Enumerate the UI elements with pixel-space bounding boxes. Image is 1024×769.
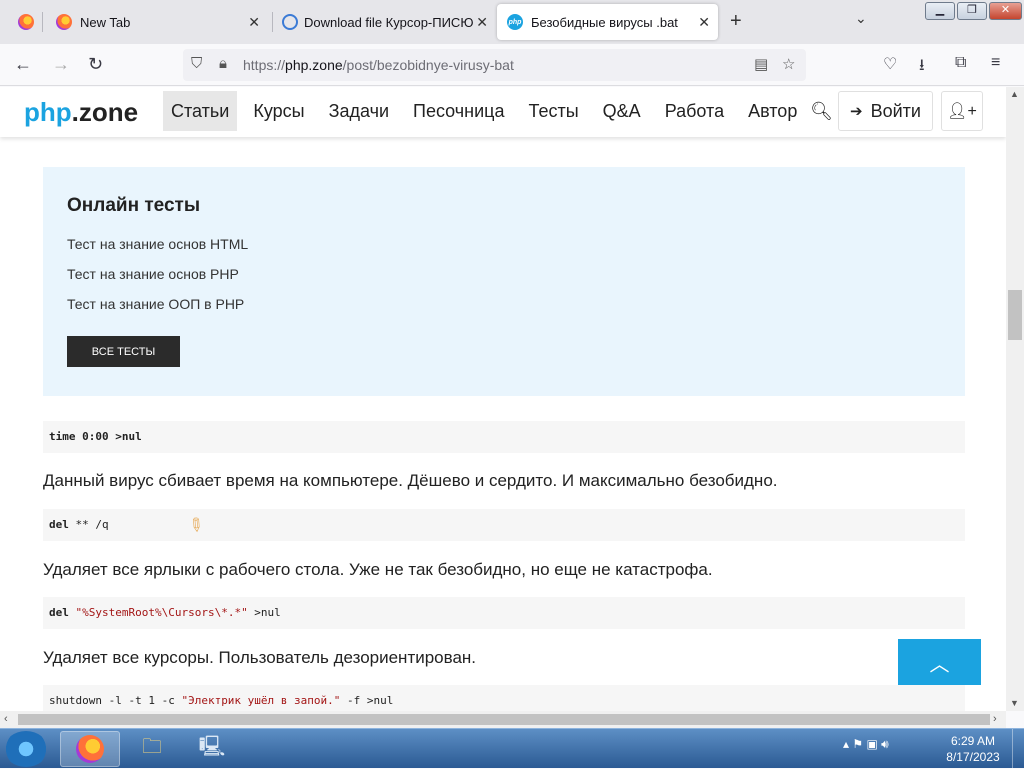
register-button[interactable]: 👤︎+	[941, 91, 983, 131]
firefox-view-button[interactable]	[8, 4, 44, 40]
all-tests-button[interactable]: ВСЕ ТЕСТЫ	[67, 336, 180, 367]
computer-icon: 🖳	[198, 736, 226, 758]
show-desktop-button[interactable]	[1012, 729, 1024, 769]
login-label: Войти	[870, 100, 921, 121]
pocket-icon[interactable]: ♡	[883, 54, 897, 74]
tab-bar: New Tab ✕ Download file Курсор-ПИСЮН ✕ p…	[0, 0, 1024, 44]
horizontal-scrollbar[interactable]: ‹ ›	[0, 711, 1006, 728]
code-block: del "%SystemRoot%\Cursors\*.*" >nul	[43, 597, 965, 629]
forward-arrow-icon[interactable]: →	[52, 54, 70, 75]
url-bar[interactable]: ⛉ 🔒︎ https://php.zone/post/bezobidnye-vi…	[183, 49, 806, 81]
maximize-button[interactable]: ❐	[957, 2, 987, 20]
clock-date: 8/17/2023	[946, 750, 1000, 764]
paragraph: Удаляет все ярлыки с рабочего стола. Уже…	[43, 560, 713, 579]
paragraph: Удаляет все курсоры. Пользователь дезори…	[43, 648, 477, 667]
main-menu: Статьи Курсы Задачи Песочница Тесты Q&A …	[163, 91, 813, 131]
scroll-thumb[interactable]	[18, 714, 990, 725]
start-button[interactable]	[4, 731, 48, 767]
taskbar: 🗀 🖳 ▴ ⚑ ▣ 🔊︎ 6:29 AM 8/17/2023	[0, 728, 1024, 769]
menu-icon[interactable]: ≡	[991, 54, 1000, 72]
clock-time: 6:29 AM	[950, 734, 996, 748]
menu-item-qa[interactable]: Q&A	[595, 91, 649, 131]
shield-icon[interactable]: ⛉	[191, 55, 202, 72]
firefox-icon	[18, 14, 34, 30]
menu-item-tasks[interactable]: Задачи	[321, 91, 397, 131]
code-block: shutdown -l -t 1 -c "Электрик ушёл в зап…	[43, 685, 965, 711]
menu-item-sandbox[interactable]: Песочница	[405, 91, 512, 131]
taskbar-network[interactable]: 🖳	[182, 731, 242, 767]
tray-icons[interactable]: ▴ ⚑ ▣ 🔊︎	[843, 737, 889, 752]
taskbar-explorer[interactable]: 🗀	[122, 731, 182, 767]
tests-box-title: Онлайн тесты	[67, 195, 201, 216]
download-icon[interactable]: ⭳	[919, 54, 925, 81]
scroll-down-arrow-icon[interactable]: ▼	[1010, 698, 1019, 708]
search-icon[interactable]: 🔍︎	[810, 101, 833, 122]
minimize-button[interactable]: ▁	[925, 2, 955, 20]
menu-item-tests[interactable]: Тесты	[520, 91, 586, 131]
site-logo[interactable]: php.zone	[24, 97, 138, 128]
back-arrow-icon[interactable]: ←	[14, 54, 32, 75]
menu-item-articles[interactable]: Статьи	[163, 91, 238, 131]
add-user-icon: 👤︎+	[947, 103, 977, 120]
php-icon: php	[507, 14, 523, 30]
download-icon	[282, 14, 298, 30]
taskbar-firefox[interactable]	[60, 731, 120, 767]
vertical-scrollbar[interactable]: ▲ ▼	[1006, 87, 1024, 711]
code-block: del ** /q	[43, 509, 965, 541]
tab-new-tab[interactable]: New Tab ✕	[46, 4, 268, 40]
test-link-oop[interactable]: Тест на знание ООП в PHP	[67, 296, 244, 312]
reader-view-icon[interactable]: ▤	[754, 55, 768, 73]
menu-item-jobs[interactable]: Работа	[657, 91, 732, 131]
menu-item-courses[interactable]: Курсы	[245, 91, 312, 131]
paragraph: Данный вирус сбивает время на компьютере…	[43, 471, 778, 490]
chevron-down-icon[interactable]: ⌄	[855, 10, 867, 27]
clock[interactable]: 6:29 AM 8/17/2023	[938, 733, 1008, 765]
firefox-icon	[76, 735, 104, 763]
tab-title: New Tab	[80, 14, 131, 30]
online-tests-box: Онлайн тесты Тест на знание основ HTML Т…	[43, 167, 965, 396]
extensions-icon[interactable]: ⧉	[955, 54, 966, 72]
scroll-up-arrow-icon[interactable]: ▲	[1010, 89, 1019, 99]
firefox-icon	[56, 14, 72, 30]
close-icon[interactable]: ✕	[698, 14, 710, 31]
url-text[interactable]: https://php.zone/post/bezobidnye-virusy-…	[243, 57, 514, 73]
tab-bezobidnye-virusy[interactable]: php Безобидные вирусы .bat ✕	[497, 4, 718, 40]
folder-icon: 🗀	[142, 736, 162, 758]
tab-title: Безобидные вирусы .bat	[531, 14, 678, 30]
scroll-left-arrow-icon[interactable]: ‹	[4, 713, 8, 725]
login-button[interactable]: ➔ Войти	[838, 91, 933, 131]
close-icon[interactable]: ✕	[248, 14, 260, 31]
close-icon[interactable]: ✕	[476, 14, 488, 31]
site-header: php.zone Статьи Курсы Задачи Песочница Т…	[0, 87, 1006, 137]
scroll-right-arrow-icon[interactable]: ›	[993, 713, 997, 725]
page-content: php.zone Статьи Курсы Задачи Песочница Т…	[0, 87, 1006, 711]
test-link-html[interactable]: Тест на знание основ HTML	[67, 236, 248, 252]
new-tab-button[interactable]: +	[730, 10, 742, 33]
menu-item-author[interactable]: Автор	[740, 91, 805, 131]
scroll-to-top-button[interactable]: ︿	[898, 639, 981, 685]
code-block: time 0:00 >nul	[43, 421, 965, 453]
bookmark-star-icon[interactable]: ☆	[782, 55, 795, 73]
sign-in-icon: ➔	[850, 103, 863, 120]
tab-title: Download file Курсор-ПИСЮН	[304, 14, 474, 30]
test-link-php[interactable]: Тест на знание основ PHP	[67, 266, 239, 282]
lock-icon[interactable]: 🔒︎	[219, 55, 227, 72]
tab-download-file[interactable]: Download file Курсор-ПИСЮН ✕	[272, 4, 496, 40]
chevron-up-icon: ︿	[929, 653, 950, 676]
scroll-thumb[interactable]	[1008, 290, 1022, 340]
reload-icon[interactable]: ↻	[88, 54, 103, 75]
close-window-button[interactable]: ✕	[989, 2, 1022, 20]
